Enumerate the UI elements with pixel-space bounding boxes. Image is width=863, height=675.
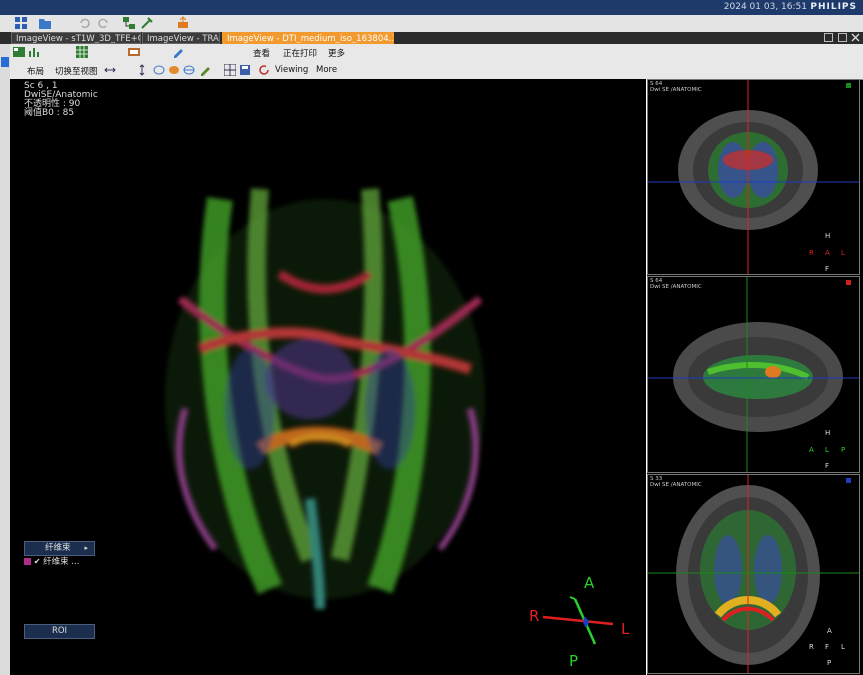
fiber-color-swatch[interactable] <box>24 558 31 565</box>
pan-vertical-icon[interactable] <box>136 64 148 76</box>
fiber-panel-label: 纤维束 <box>45 543 71 553</box>
pen-icon[interactable] <box>172 46 184 58</box>
pan-horizontal-icon[interactable] <box>104 64 116 76</box>
pin-icon[interactable] <box>1 57 9 67</box>
left-dock-strip <box>0 44 10 675</box>
orient-center: L <box>825 446 829 454</box>
orient-anterior: A <box>584 574 595 592</box>
orient-left: A <box>809 446 814 454</box>
sagittal-image <box>648 277 859 472</box>
orient-left: L <box>621 620 630 638</box>
more-tools-menu[interactable]: More <box>316 65 337 75</box>
image-icon[interactable] <box>128 46 140 58</box>
fiber-tract-render <box>165 188 614 645</box>
tractography-viewport[interactable]: Sc 6 , 1 DwiSE/Anatomic 不透明性 : 90 阈值B0 :… <box>10 79 647 675</box>
redo-icon[interactable] <box>96 16 110 30</box>
orient-right: P <box>841 446 846 454</box>
checkmark-icon[interactable]: ✔ <box>34 557 41 566</box>
fiber-item[interactable]: ✔ 纤维束 ... <box>24 556 79 567</box>
tab-sT1W[interactable]: ImageView - sT1W_3D_TFE+C <box>11 32 141 44</box>
orient-left: R <box>809 249 814 257</box>
viewing-menu[interactable]: Viewing <box>275 65 308 75</box>
restore-icon[interactable] <box>838 33 847 42</box>
refresh-icon[interactable] <box>258 64 270 76</box>
tools-icon[interactable] <box>140 16 154 30</box>
tab-dti[interactable]: ImageView - DTI_medium_iso_163804.335 <box>222 32 394 44</box>
grid-layout-icon[interactable] <box>14 16 28 30</box>
layout-menu[interactable]: 布局 <box>27 65 44 77</box>
orient-top: H <box>825 232 831 240</box>
tab-bar: ImageView - sT1W_3D_TFE+C ImageView - TR… <box>0 32 863 44</box>
view-toolbar: 布局 切换至视图 Viewing More <box>10 62 863 80</box>
roi-button[interactable]: ROI <box>24 624 95 639</box>
undo-icon[interactable] <box>78 16 92 30</box>
volume-icon[interactable] <box>153 64 165 76</box>
orient-top: H <box>825 429 831 437</box>
orientation-cube <box>542 596 614 645</box>
orient-bottom: P <box>827 659 832 667</box>
orient-bottom: F <box>825 462 830 470</box>
switch-view-menu[interactable]: 切换至视图 <box>55 65 98 77</box>
tab-tra[interactable]: ImageView - TRA <box>142 32 220 44</box>
axial-viewport[interactable]: S 33 Dwi SE /ANATOMIC A R F L P <box>647 474 860 674</box>
grid-toggle-icon[interactable] <box>224 64 236 76</box>
orient-left: R <box>809 643 814 651</box>
system-bar: 2024 01 03, 16:51 PHILIPS <box>0 0 863 15</box>
launch-bar <box>0 15 863 33</box>
orient-center: A <box>825 249 830 257</box>
layout-icon[interactable] <box>13 46 25 58</box>
orient-top: A <box>827 627 832 635</box>
orient-right: L <box>841 249 845 257</box>
datetime: 2024 01 03, 16:51 <box>723 2 807 12</box>
orient-right: R <box>529 607 540 625</box>
coronal-viewport[interactable]: S 64 Dwi SE /ANATOMIC H R A L F <box>647 79 860 275</box>
save-icon[interactable] <box>239 64 251 76</box>
chart-icon[interactable] <box>28 46 40 58</box>
orient-right: L <box>841 643 845 651</box>
brain-render-icon[interactable] <box>168 64 180 76</box>
printing-menu[interactable]: 正在打印 <box>283 47 317 59</box>
expand-icon[interactable]: ▸ <box>84 542 88 555</box>
maximize-icon[interactable] <box>824 33 833 42</box>
main-toolbar: 查看 正在打印 更多 <box>10 44 863 63</box>
folder-icon[interactable] <box>38 16 52 30</box>
close-icon[interactable] <box>851 33 860 42</box>
surface-icon[interactable] <box>183 64 195 76</box>
fiber-item-label: 纤维束 ... <box>43 557 80 567</box>
orient-bottom: F <box>825 265 830 273</box>
grid-view-icon[interactable] <box>76 46 88 58</box>
orient-posterior: P <box>569 652 579 670</box>
brand-logo: PHILIPS <box>810 2 857 12</box>
export-icon[interactable] <box>176 16 190 30</box>
sagittal-viewport[interactable]: S 64 Dwi SE /ANATOMIC H A L P F <box>647 276 860 473</box>
draw-icon[interactable] <box>199 64 211 76</box>
fiber-panel-header[interactable]: 纤维束 ▸ <box>24 541 95 556</box>
orient-center: F <box>825 643 830 651</box>
network-icon[interactable] <box>122 16 136 30</box>
view-menu[interactable]: 查看 <box>253 47 270 59</box>
more-menu[interactable]: 更多 <box>328 47 345 59</box>
coronal-image <box>648 80 859 274</box>
